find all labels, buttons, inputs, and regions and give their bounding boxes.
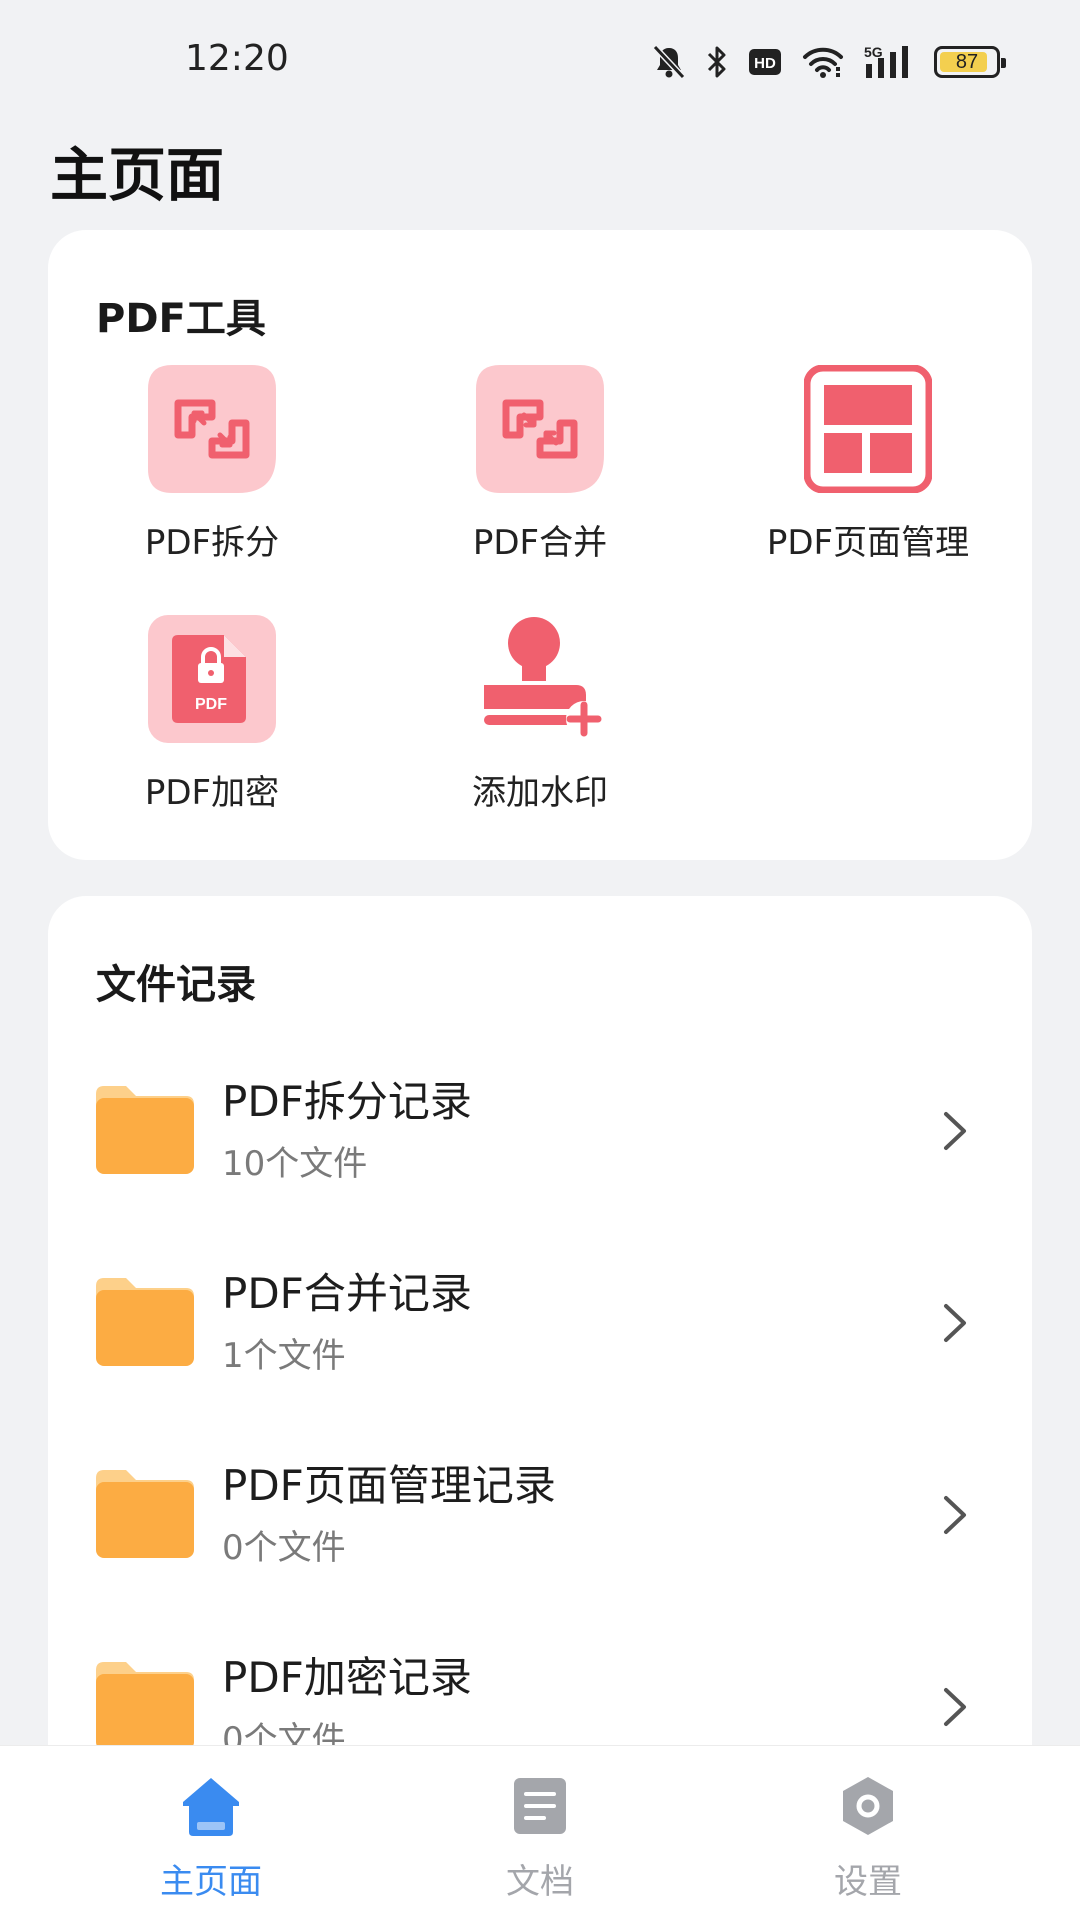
page-layout-icon [803, 364, 933, 494]
chevron-right-icon [936, 1106, 972, 1156]
bottom-nav: 主页面 文档 设置 [0, 1745, 1080, 1920]
record-count: 0个文件 [222, 1528, 346, 1568]
tool-label: PDF合并 [472, 523, 608, 563]
tool-label: 添加水印 [472, 773, 608, 813]
folder-icon [96, 1660, 194, 1750]
tool-label: PDF页面管理 [766, 523, 970, 563]
folder-icon [96, 1276, 194, 1366]
tool-add-watermark[interactable]: 添加水印 [376, 615, 704, 825]
record-pdf-merge[interactable]: PDF合并记录 1个文件 [48, 1248, 1032, 1418]
bluetooth-icon [706, 44, 728, 80]
record-name: PDF拆分记录 [222, 1077, 472, 1126]
wifi-icon [802, 45, 844, 79]
hd-icon: HD [748, 48, 782, 76]
document-icon [508, 1774, 572, 1838]
nav-documents[interactable]: 文档 [440, 1774, 640, 1904]
tool-pdf-merge[interactable]: PDF合并 [376, 365, 704, 575]
page-title: 主页面 [50, 141, 225, 209]
folder-icon [96, 1084, 194, 1174]
tool-pdf-split[interactable]: PDF拆分 [48, 365, 376, 575]
records-title: 文件记录 [96, 962, 256, 1008]
tool-pdf-encrypt[interactable]: PDF PDF加密 [48, 615, 376, 825]
5g-signal-icon: 5G [864, 44, 914, 80]
settings-icon [836, 1774, 900, 1838]
record-name: PDF合并记录 [222, 1269, 472, 1318]
pdf-tools-card: PDF工具 PDF拆分 PDF合并 PDF页面管理 PDF PDF加密 添加水印 [48, 230, 1032, 860]
chevron-right-icon [936, 1298, 972, 1348]
tool-label: PDF加密 [144, 773, 280, 813]
status-bar: 12:20 HD 5G 87 [0, 0, 1080, 120]
pdf-lock-icon-text: PDF [195, 696, 227, 713]
battery-level: 87 [955, 50, 979, 73]
record-pdf-split[interactable]: PDF拆分记录 10个文件 [48, 1056, 1032, 1226]
tool-pdf-page-manage[interactable]: PDF页面管理 [704, 364, 1032, 575]
merge-icon [476, 365, 604, 493]
pdf-lock-icon: PDF [148, 615, 276, 743]
split-icon [148, 365, 276, 493]
nav-label: 主页面 [160, 1862, 262, 1902]
tools-title: PDF工具 [96, 296, 266, 342]
record-count: 1个文件 [222, 1336, 346, 1376]
nav-settings[interactable]: 设置 [768, 1774, 968, 1904]
record-pdf-page-manage[interactable]: PDF页面管理记录 0个文件 [48, 1440, 1032, 1610]
folder-icon [96, 1468, 194, 1558]
battery-tip [1001, 58, 1006, 68]
nav-home[interactable]: 主页面 [111, 1774, 311, 1904]
record-name: PDF页面管理记录 [222, 1461, 556, 1510]
chevron-right-icon [936, 1490, 972, 1540]
tool-label: PDF拆分 [144, 523, 280, 563]
mute-bell-icon [652, 44, 686, 80]
nav-label: 文档 [506, 1862, 574, 1902]
record-name: PDF加密记录 [222, 1653, 472, 1702]
status-time: 12:20 [185, 38, 289, 79]
nav-label: 设置 [834, 1862, 902, 1902]
status-icons: HD 5G 87 [652, 40, 1006, 84]
battery-icon: 87 [934, 46, 1006, 78]
chevron-right-icon [936, 1682, 972, 1732]
hd-label: HD [754, 55, 776, 72]
stamp-plus-icon [476, 615, 604, 743]
home-icon [179, 1774, 243, 1838]
record-count: 10个文件 [222, 1144, 368, 1184]
network-label: 5G [864, 44, 883, 60]
